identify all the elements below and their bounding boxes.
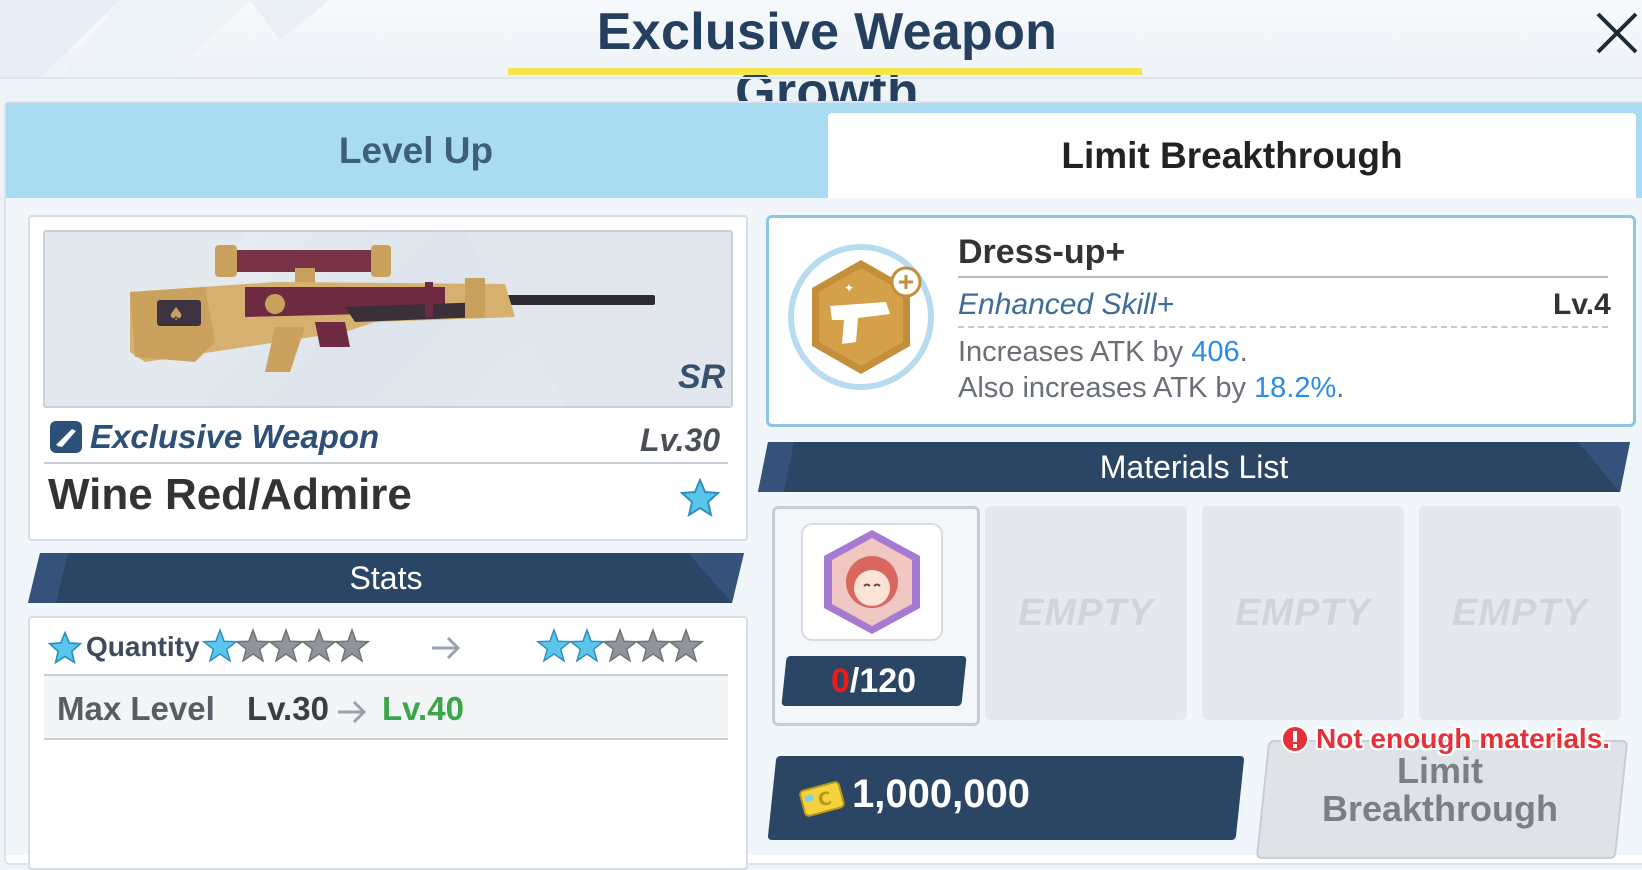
exclusive-weapon-label: Exclusive Weapon: [90, 418, 380, 455]
star-filled-icon: [536, 627, 573, 663]
weapon-level: Lv.30: [640, 422, 721, 458]
warning-icon: [1281, 725, 1309, 753]
gold-coin-icon: C: [799, 781, 845, 817]
star-empty-icon: [234, 627, 272, 663]
header-decoration: [0, 0, 330, 78]
quantity-label: Quantity: [86, 631, 200, 662]
skill-description-2: Also increases ATK by 18.2%.: [958, 372, 1345, 404]
tab-level-up[interactable]: Level Up: [6, 103, 826, 198]
exclusive-weapon-icon: [50, 421, 82, 453]
close-button[interactable]: [1590, 6, 1642, 60]
star-rating-after: [536, 627, 705, 663]
star-empty-icon: [601, 627, 639, 663]
star-empty-icon: [634, 627, 672, 663]
close-icon: [1596, 12, 1638, 54]
skill-level: Lv.4: [1553, 288, 1611, 321]
arrow-right-icon: [432, 636, 461, 660]
star-icon: [48, 631, 82, 665]
skill-description-1: Increases ATK by 406.: [958, 336, 1248, 368]
skill-title: Dress-up+: [958, 233, 1126, 271]
star-rating-before: [202, 627, 371, 663]
star-empty-icon: [333, 627, 371, 663]
skill-subtitle: Enhanced Skill+: [958, 288, 1174, 321]
star-empty-icon: [267, 627, 305, 663]
star-empty-icon: [667, 627, 705, 663]
stats-banner: Stats: [28, 553, 744, 603]
divider: [958, 276, 1608, 278]
arrow-right-icon: [338, 700, 367, 724]
material-slot-empty: EMPTY: [1419, 506, 1621, 720]
weapon-name: Wine Red/Admire: [48, 470, 412, 519]
warning-text: Not enough materials.: [1316, 723, 1611, 754]
materials-banner: Materials List: [758, 442, 1630, 492]
limit-breakthrough-button-label: Limit Breakthrough: [1321, 750, 1559, 829]
star-filled-icon: [202, 627, 239, 663]
star-filled-icon: [568, 627, 606, 663]
max-level-current: Lv.30: [247, 690, 329, 727]
stats-title: Stats: [349, 559, 423, 596]
material-count: 0/120: [781, 656, 967, 706]
rarity-label: SR: [678, 358, 726, 396]
material-slot-empty: EMPTY: [1202, 506, 1404, 720]
material-slot-empty: EMPTY: [985, 506, 1187, 720]
sniper-rifle-icon: ♠: [45, 232, 731, 406]
weapon-image: ♠: [43, 230, 733, 408]
svg-text:♠: ♠: [168, 304, 184, 325]
divider: [44, 738, 728, 740]
divider: [958, 326, 1608, 328]
skill-gun-icon: ✦: [788, 244, 934, 390]
star-icon[interactable]: [680, 478, 720, 518]
svg-text:✦: ✦: [844, 281, 854, 295]
header-divider: [0, 77, 1642, 79]
star-empty-icon: [300, 627, 338, 663]
title-underline: [508, 68, 1142, 75]
warning-message: Not enough materials.: [1280, 723, 1610, 755]
tab-limit-breakthrough[interactable]: Limit Breakthrough: [828, 113, 1636, 198]
character-memory-icon: [801, 523, 943, 641]
materials-title: Materials List: [1099, 448, 1289, 485]
divider: [44, 462, 728, 464]
cost-value: 1,000,000: [852, 772, 1030, 816]
max-level-next: Lv.40: [382, 690, 464, 727]
max-level-label: Max Level: [57, 690, 215, 727]
